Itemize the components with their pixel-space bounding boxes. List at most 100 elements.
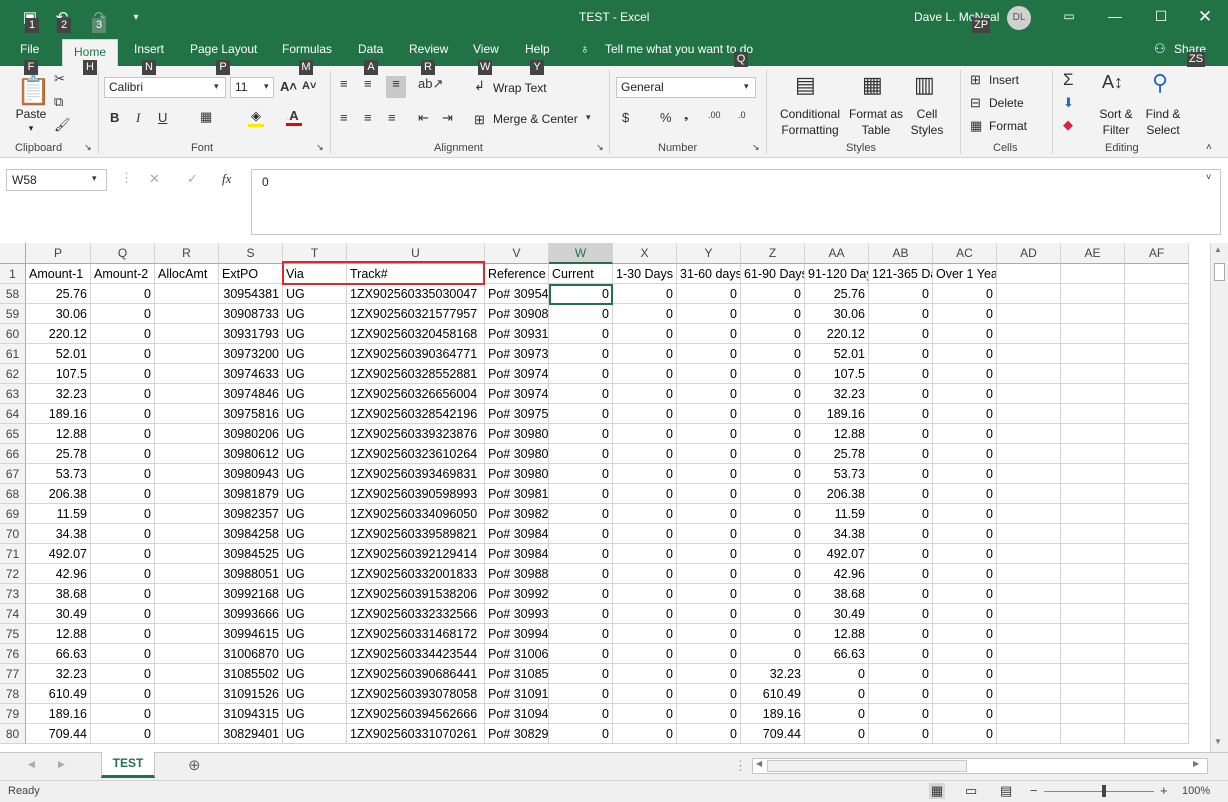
data-cell[interactable] [997, 524, 1061, 544]
data-cell[interactable]: 0 [933, 684, 997, 704]
conditional-formatting-icon[interactable]: ▤ [795, 72, 816, 98]
data-cell[interactable]: 0 [933, 404, 997, 424]
header-cell[interactable] [1061, 264, 1125, 284]
data-cell[interactable]: 0 [549, 384, 613, 404]
zoom-level[interactable]: 100% [1182, 785, 1210, 797]
data-cell[interactable]: 0 [677, 504, 741, 524]
data-cell[interactable]: 0 [91, 704, 155, 724]
col-header-q[interactable]: Q [91, 243, 155, 264]
data-cell[interactable]: 0 [91, 724, 155, 744]
header-cell[interactable]: AllocAmt [155, 264, 219, 284]
data-cell[interactable]: 0 [677, 604, 741, 624]
bold-icon[interactable]: B [110, 110, 119, 125]
data-cell[interactable] [1061, 464, 1125, 484]
tab-split-icon[interactable]: ⋮ [734, 758, 747, 774]
data-cell[interactable] [1125, 284, 1189, 304]
header-cell[interactable]: Track# [347, 264, 485, 284]
col-header-ad[interactable]: AD [997, 243, 1061, 264]
data-cell[interactable]: Po# 30982 [485, 504, 549, 524]
data-cell[interactable]: 32.23 [26, 384, 91, 404]
data-cell[interactable]: 0 [933, 344, 997, 364]
scroll-left-icon[interactable]: ◀ [756, 759, 762, 768]
data-cell[interactable] [155, 364, 219, 384]
data-cell[interactable] [155, 524, 219, 544]
data-cell[interactable]: UG [283, 344, 347, 364]
align-left-icon[interactable]: ≡ [340, 110, 348, 125]
data-cell[interactable]: UG [283, 384, 347, 404]
data-cell[interactable]: UG [283, 304, 347, 324]
data-cell[interactable]: Po# 30973 [485, 344, 549, 364]
data-cell[interactable]: Po# 30984 [485, 544, 549, 564]
tab-file[interactable]: File [20, 42, 39, 56]
data-cell[interactable]: UG [283, 624, 347, 644]
data-cell[interactable]: 1ZX902560323610264 [347, 444, 485, 464]
wrap-text-icon[interactable]: ↲ [474, 78, 485, 94]
row-header[interactable]: 71 [0, 544, 26, 564]
data-cell[interactable]: 0 [869, 304, 933, 324]
data-cell[interactable]: 32.23 [805, 384, 869, 404]
data-cell[interactable]: 30974846 [219, 384, 283, 404]
data-cell[interactable]: 0 [677, 684, 741, 704]
data-cell[interactable] [997, 404, 1061, 424]
data-cell[interactable]: 0 [677, 364, 741, 384]
data-cell[interactable] [1061, 424, 1125, 444]
row-header[interactable]: 78 [0, 684, 26, 704]
row-header[interactable]: 79 [0, 704, 26, 724]
data-cell[interactable] [1125, 384, 1189, 404]
data-cell[interactable]: UG [283, 364, 347, 384]
data-cell[interactable]: 0 [91, 564, 155, 584]
data-cell[interactable]: 25.76 [26, 284, 91, 304]
data-cell[interactable] [1125, 644, 1189, 664]
data-cell[interactable] [1125, 664, 1189, 684]
data-cell[interactable]: 12.88 [26, 424, 91, 444]
data-cell[interactable]: 34.38 [805, 524, 869, 544]
data-cell[interactable]: 0 [741, 644, 805, 664]
header-cell[interactable]: 121-365 Days [869, 264, 933, 284]
data-cell[interactable] [997, 344, 1061, 364]
format-cells-icon[interactable]: ▦ [970, 118, 982, 134]
data-cell[interactable]: 1ZX902560328542196 [347, 404, 485, 424]
data-cell[interactable] [1125, 444, 1189, 464]
data-cell[interactable]: 0 [549, 624, 613, 644]
data-cell[interactable]: 0 [741, 584, 805, 604]
data-cell[interactable]: 492.07 [26, 544, 91, 564]
data-cell[interactable] [997, 304, 1061, 324]
data-cell[interactable]: 30.49 [805, 604, 869, 624]
data-cell[interactable] [1125, 324, 1189, 344]
data-cell[interactable]: 0 [805, 684, 869, 704]
data-cell[interactable]: Po# 30993 [485, 604, 549, 624]
data-cell[interactable]: 0 [613, 284, 677, 304]
data-cell[interactable]: 0 [91, 604, 155, 624]
data-cell[interactable]: 0 [869, 624, 933, 644]
data-cell[interactable]: 0 [869, 404, 933, 424]
font-name-chevron-icon[interactable]: ▾ [214, 81, 219, 92]
row-header[interactable]: 76 [0, 644, 26, 664]
percent-icon[interactable]: % [660, 110, 672, 125]
data-cell[interactable] [1061, 504, 1125, 524]
data-cell[interactable]: 25.76 [805, 284, 869, 304]
data-cell[interactable]: 0 [91, 324, 155, 344]
data-cell[interactable]: 0 [805, 664, 869, 684]
italic-icon[interactable]: I [136, 110, 140, 126]
cut-icon[interactable]: ✂ [54, 71, 65, 87]
data-cell[interactable]: 0 [741, 324, 805, 344]
data-cell[interactable]: 107.5 [26, 364, 91, 384]
data-cell[interactable] [155, 544, 219, 564]
data-cell[interactable] [997, 544, 1061, 564]
data-cell[interactable] [997, 704, 1061, 724]
sort-filter-icon[interactable]: A↕ [1102, 72, 1123, 93]
header-cell[interactable]: Reference [485, 264, 549, 284]
data-cell[interactable]: UG [283, 604, 347, 624]
data-cell[interactable] [1125, 564, 1189, 584]
col-header-p[interactable]: P [26, 243, 91, 264]
row-header[interactable]: 70 [0, 524, 26, 544]
row-header[interactable]: 77 [0, 664, 26, 684]
data-cell[interactable]: 0 [933, 464, 997, 484]
data-cell[interactable] [1125, 684, 1189, 704]
data-cell[interactable]: 0 [741, 524, 805, 544]
data-cell[interactable] [1125, 404, 1189, 424]
data-cell[interactable] [1061, 404, 1125, 424]
data-cell[interactable]: 709.44 [741, 724, 805, 744]
data-cell[interactable] [1125, 424, 1189, 444]
data-cell[interactable]: Po# 31085 [485, 664, 549, 684]
